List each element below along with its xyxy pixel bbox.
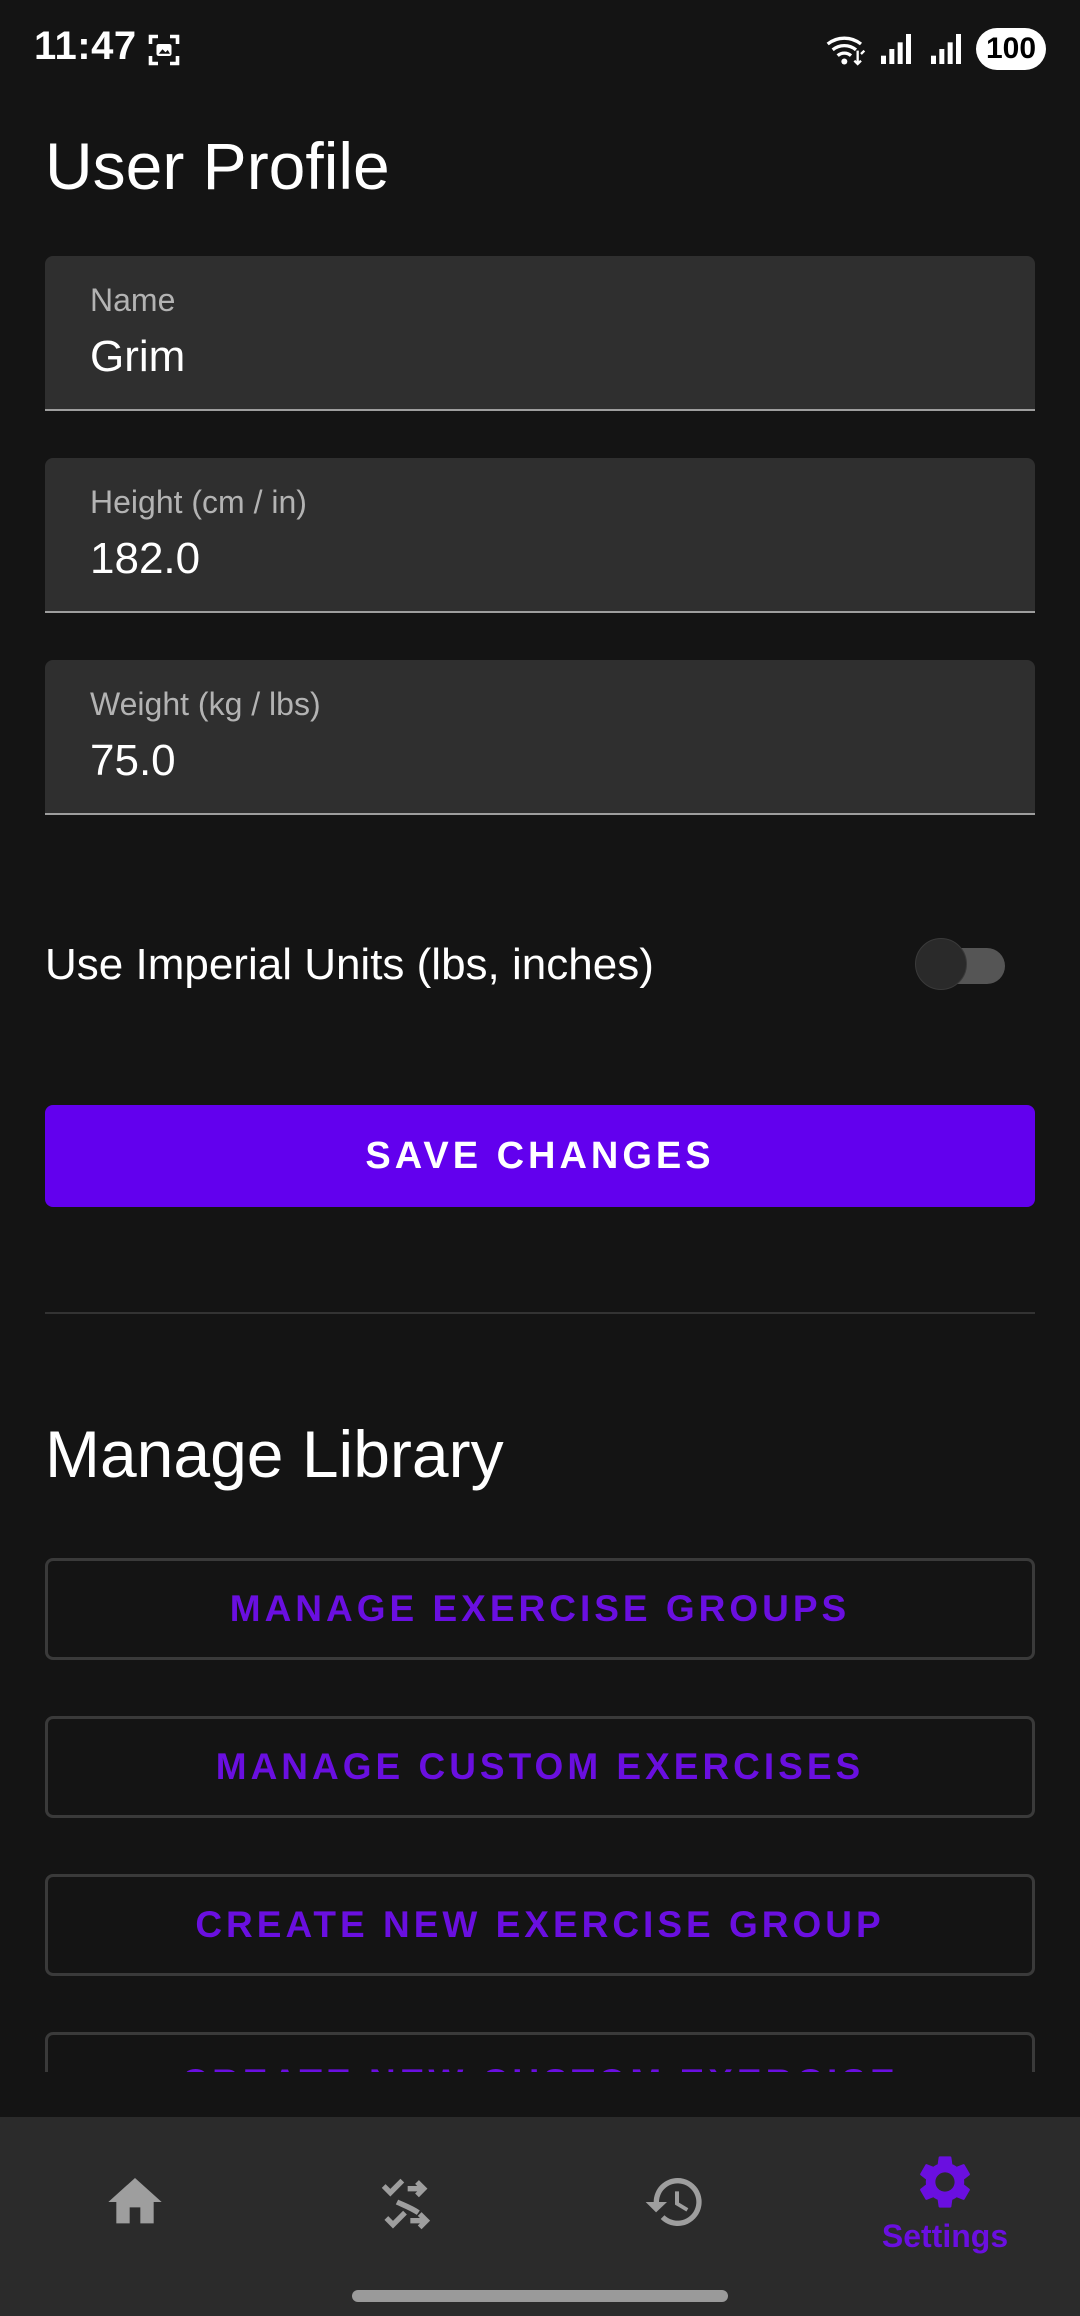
imperial-units-label: Use Imperial Units (lbs, inches) — [45, 940, 654, 989]
manage-library-title: Manage Library — [45, 1417, 504, 1491]
nav-item-workout[interactable] — [270, 2117, 540, 2287]
nav-label-settings: Settings — [881, 2217, 1009, 2254]
manage-exercise-groups-button[interactable]: MANAGE EXERCISE GROUPS — [45, 1558, 1035, 1660]
create-exercise-group-button[interactable]: CREATE NEW EXERCISE GROUP — [45, 1874, 1035, 1976]
bottom-navigation: Settings — [0, 2117, 1080, 2316]
name-field[interactable]: Name Grim — [45, 256, 1035, 411]
signal-icon — [931, 34, 961, 64]
nav-item-history[interactable] — [540, 2117, 810, 2287]
user-profile-title: User Profile — [45, 129, 390, 203]
imperial-units-row: Use Imperial Units (lbs, inches) — [45, 918, 1035, 1008]
height-field[interactable]: Height (cm / in) 182.0 — [45, 458, 1035, 613]
gear-icon — [920, 2155, 970, 2208]
settings-screen: 11:47 100 User Profile Name Grim Height … — [0, 0, 1080, 2316]
weight-field-value[interactable]: 75.0 — [90, 736, 176, 786]
imperial-units-switch[interactable] — [915, 938, 1005, 990]
create-custom-exercise-button[interactable]: CREATE NEW CUSTOM EXERCISE — [45, 2032, 1035, 2072]
name-field-value[interactable]: Grim — [90, 332, 185, 382]
signal-icon — [881, 34, 911, 64]
name-field-label: Name — [90, 282, 176, 318]
wifi-icon — [826, 36, 866, 66]
history-icon — [645, 2178, 702, 2226]
height-field-value[interactable]: 182.0 — [90, 534, 200, 584]
save-changes-button[interactable]: SAVE CHANGES — [45, 1105, 1035, 1207]
screenshot-icon — [148, 34, 180, 66]
section-divider — [45, 1312, 1035, 1314]
home-indicator[interactable] — [352, 2290, 728, 2302]
switch-thumb — [915, 938, 967, 990]
manage-custom-exercises-button[interactable]: MANAGE CUSTOM EXERCISES — [45, 1716, 1035, 1818]
status-time: 11:47 — [34, 24, 137, 68]
status-bar: 11:47 100 — [0, 0, 1080, 100]
weight-field[interactable]: Weight (kg / lbs) 75.0 — [45, 660, 1035, 815]
swap-icon — [381, 2178, 431, 2230]
nav-item-home[interactable] — [0, 2117, 270, 2287]
height-field-label: Height (cm / in) — [90, 484, 307, 520]
weight-field-label: Weight (kg / lbs) — [90, 686, 321, 722]
battery-indicator: 100 — [976, 28, 1046, 70]
status-icons: 100 — [826, 26, 1046, 72]
nav-item-settings[interactable]: Settings — [810, 2117, 1080, 2287]
home-icon — [108, 2178, 162, 2224]
settings-content[interactable]: User Profile Name Grim Height (cm / in) … — [0, 100, 1080, 2072]
